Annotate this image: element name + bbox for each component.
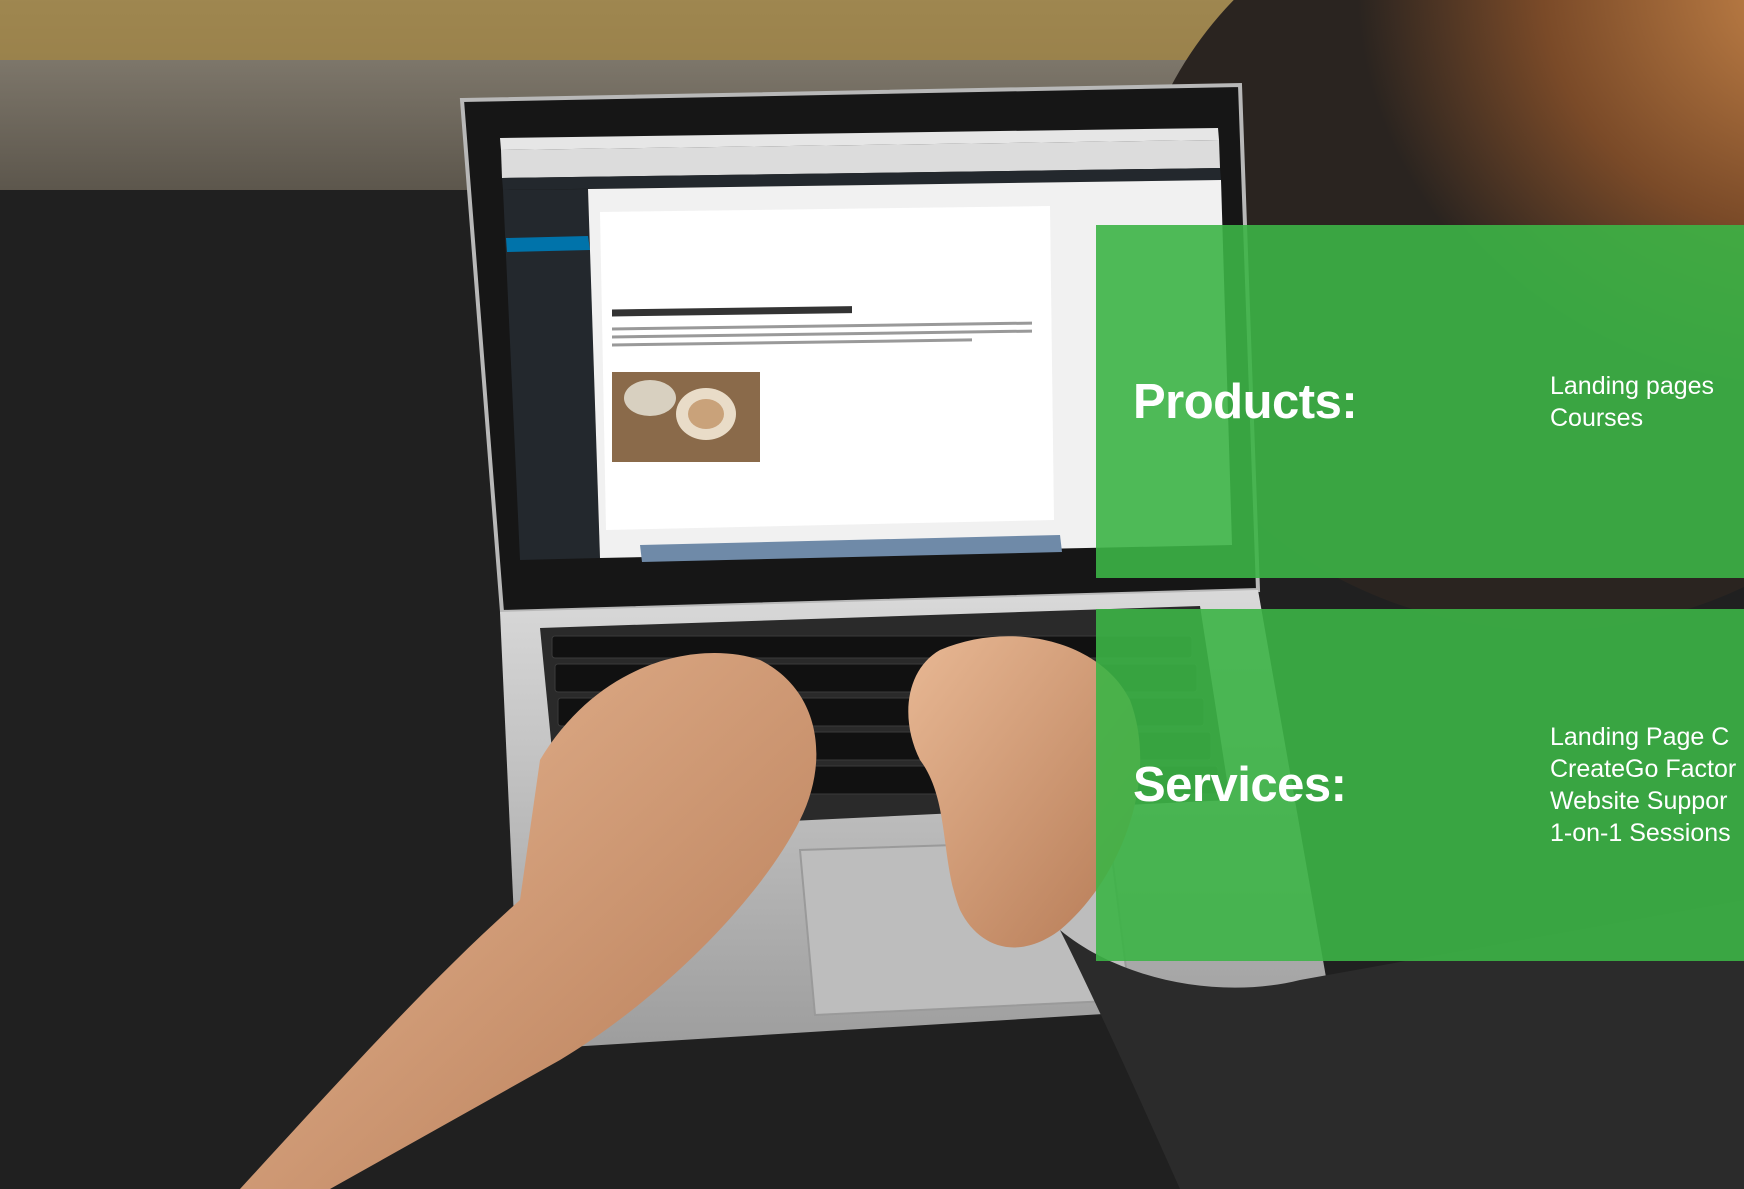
service-link-1on1-sessions[interactable]: 1-on-1 Sessions xyxy=(1550,817,1736,849)
hero-section: Products: Landing pages Courses Services… xyxy=(0,0,1744,1189)
background-photo-laptop xyxy=(0,0,1744,1189)
service-link-landing-page[interactable]: Landing Page C xyxy=(1550,721,1736,753)
products-heading: Products: xyxy=(1133,374,1358,429)
services-heading: Services: xyxy=(1133,758,1347,812)
services-panel: Services: Landing Page C CreateGo Factor… xyxy=(1096,609,1744,961)
services-list: Landing Page C CreateGo Factor Website S… xyxy=(1550,721,1736,849)
service-link-website-support[interactable]: Website Suppor xyxy=(1550,785,1736,817)
product-link-landing-pages[interactable]: Landing pages xyxy=(1550,370,1714,402)
product-link-courses[interactable]: Courses xyxy=(1550,402,1714,434)
products-panel: Products: Landing pages Courses xyxy=(1096,225,1744,578)
service-link-createogo-factory[interactable]: CreateGo Factor xyxy=(1550,753,1736,785)
products-list: Landing pages Courses xyxy=(1550,370,1714,434)
